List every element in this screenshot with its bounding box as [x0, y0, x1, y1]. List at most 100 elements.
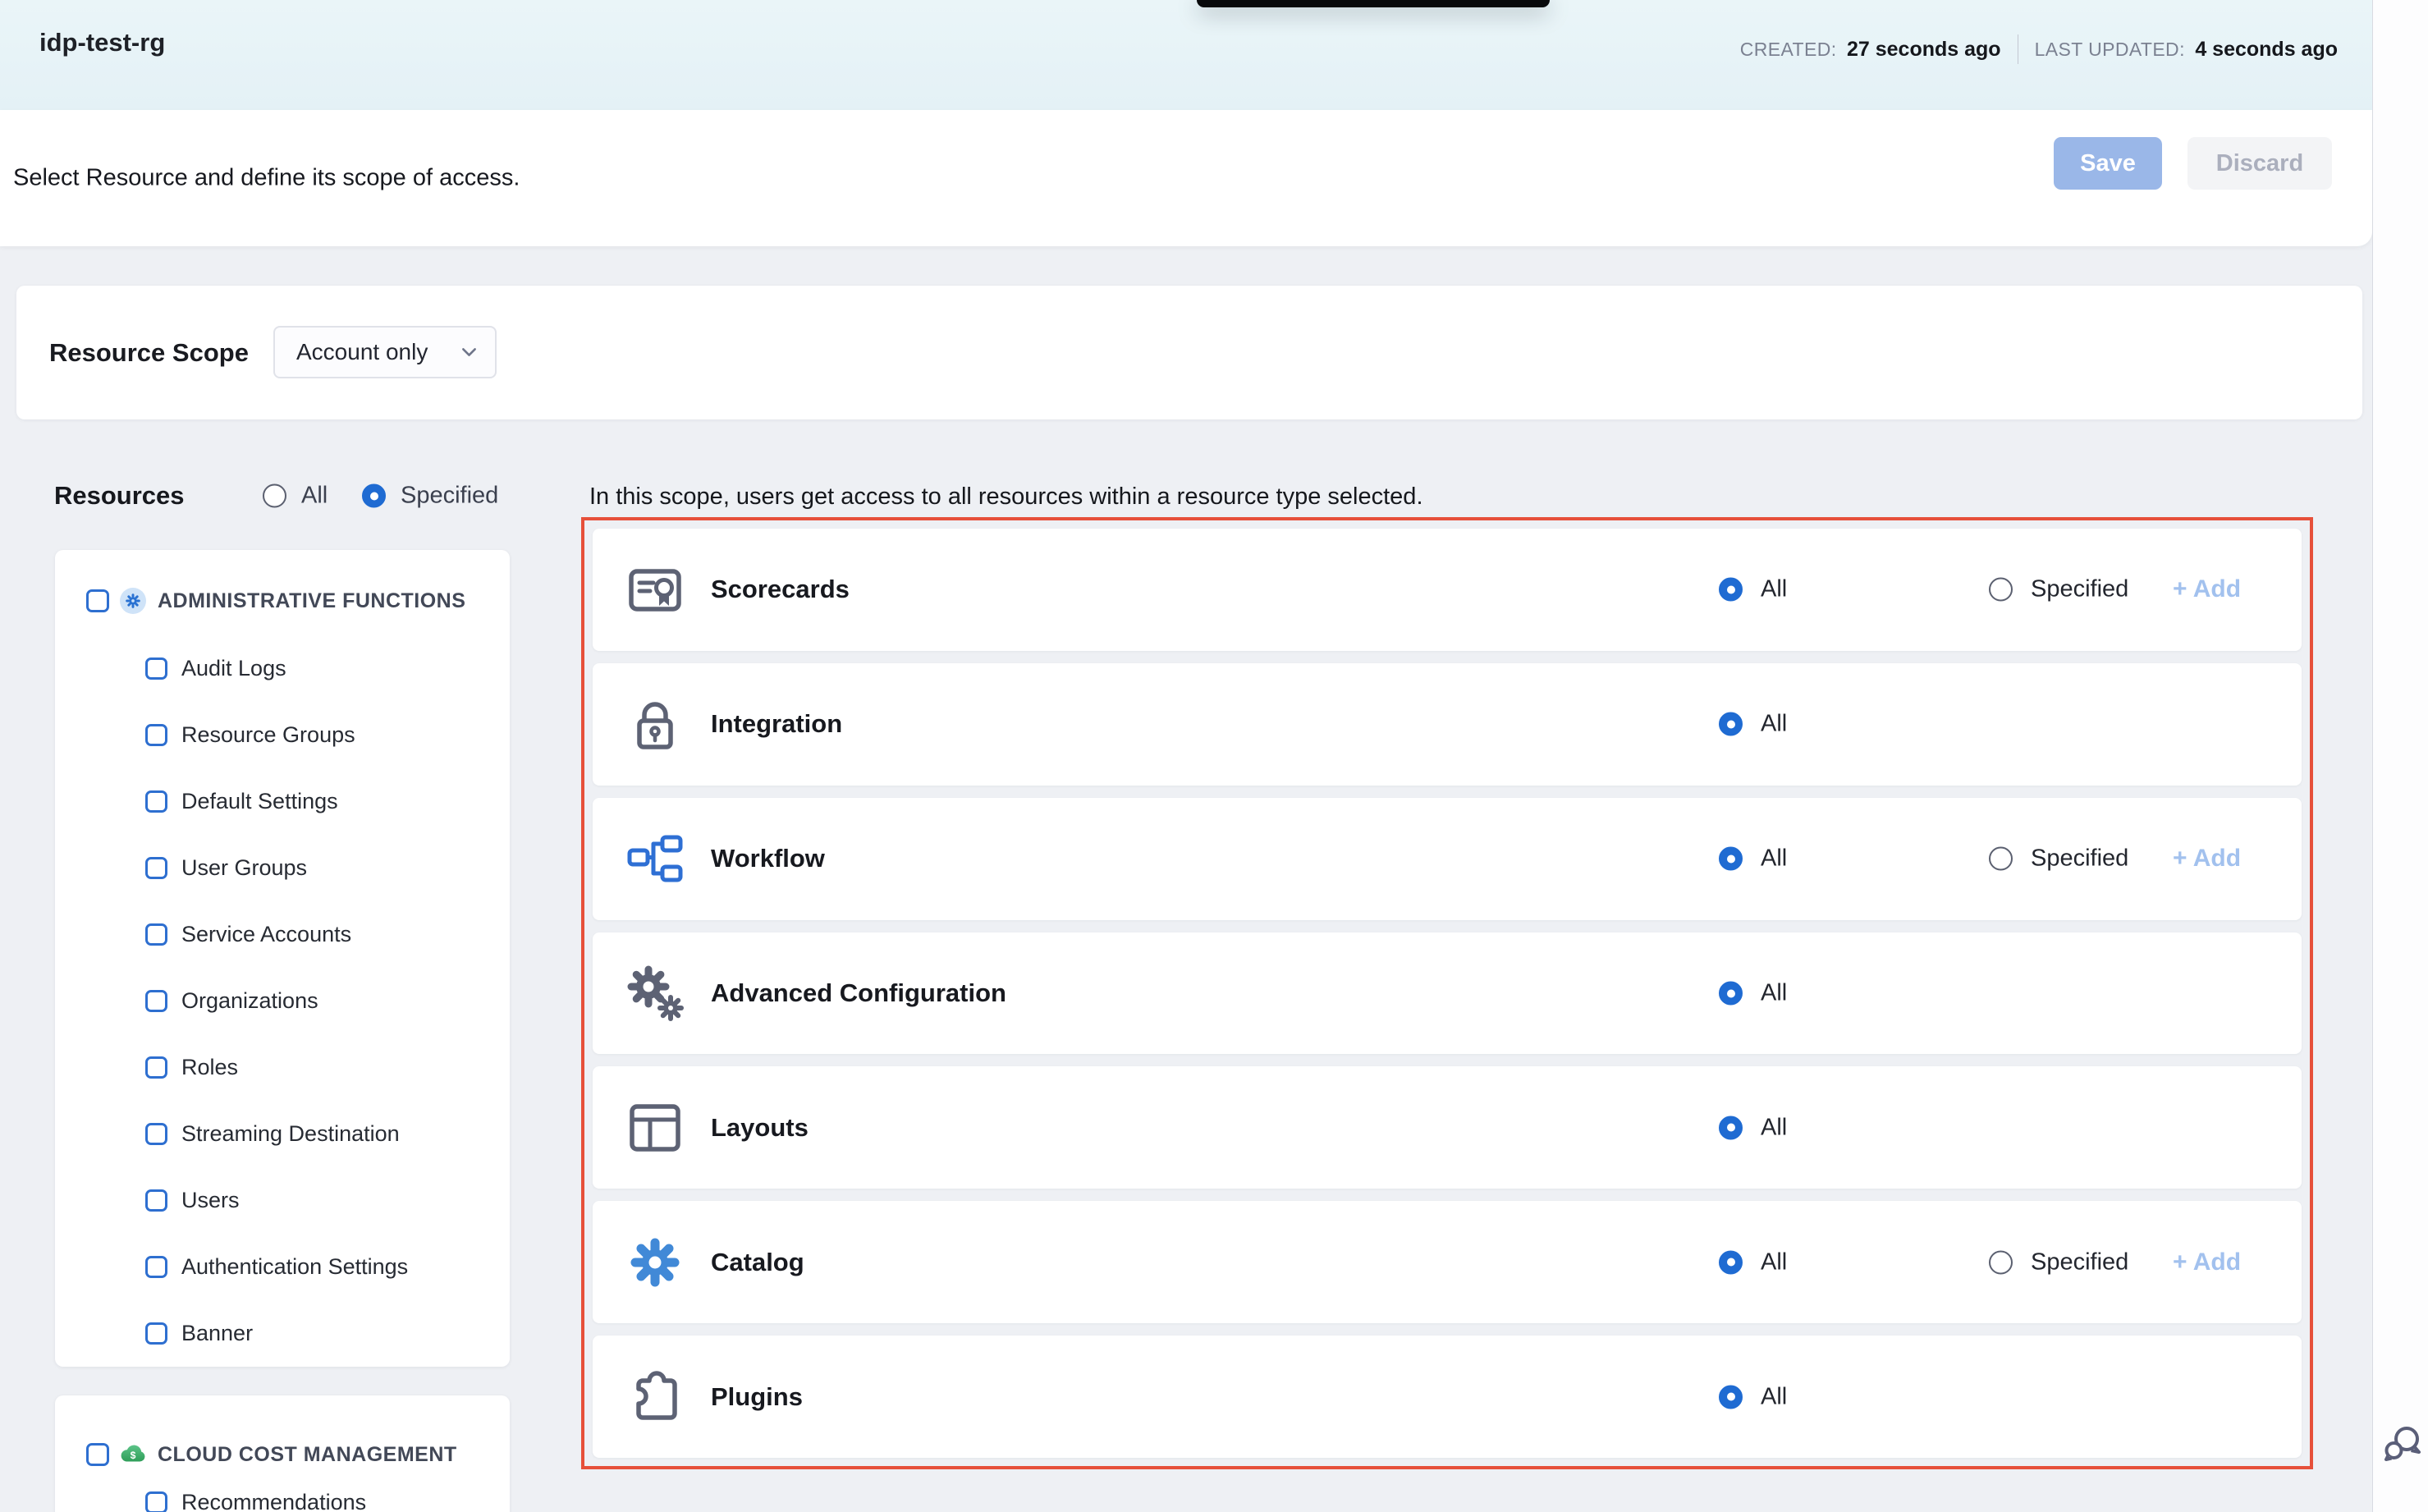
- add-button[interactable]: + Add: [2173, 1249, 2241, 1276]
- app-header: idp-test-rg CREATED: 27 seconds ago LAST…: [0, 0, 2372, 110]
- specified-label: Specified: [2031, 1249, 2128, 1276]
- toolbar-description: Select Resource and define its scope of …: [13, 165, 520, 192]
- resource-type-row: Scorecards All Specified + Add: [593, 529, 2302, 651]
- add-button[interactable]: + Add: [2173, 845, 2241, 873]
- radio-all[interactable]: [1719, 847, 1743, 871]
- all-label: All: [1761, 711, 1787, 738]
- resource-type-row: Catalog All Specified + Add: [593, 1201, 2302, 1323]
- item-checkbox[interactable]: [145, 724, 167, 746]
- radio-all[interactable]: [1719, 1250, 1743, 1274]
- item-checkbox[interactable]: [145, 857, 167, 879]
- all-label: All: [1761, 980, 1787, 1007]
- tree-item-label: Organizations: [181, 988, 318, 1014]
- resource-type-row: Layouts All: [593, 1066, 2302, 1189]
- tree-item-label: Recommendations: [181, 1490, 366, 1512]
- tree-item-label: User Groups: [181, 855, 307, 881]
- resources-radio-specified[interactable]: [362, 484, 386, 508]
- gear-blue-icon: [625, 1233, 685, 1292]
- item-checkbox[interactable]: [145, 1256, 167, 1278]
- group-label: ADMINISTRATIVE FUNCTIONS: [158, 589, 465, 613]
- resources-radio-all[interactable]: [263, 484, 286, 508]
- tree-item-label: Streaming Destination: [181, 1121, 400, 1147]
- tree-item-label: Roles: [181, 1055, 238, 1080]
- gear-badge-icon: [120, 588, 146, 614]
- resource-tree-item: Service Accounts: [145, 919, 351, 949]
- resources-header: Resources All Specified: [54, 479, 514, 513]
- resource-tree-item: Recommendations: [145, 1487, 366, 1512]
- resource-type-row: Advanced Configuration All: [593, 932, 2302, 1055]
- top-notch: [1197, 0, 1550, 7]
- item-checkbox[interactable]: [145, 1322, 167, 1345]
- radio-specified[interactable]: [1989, 578, 2013, 602]
- resource-tree-item: Streaming Destination: [145, 1119, 400, 1148]
- resource-tree-item: Users: [145, 1185, 240, 1215]
- tree-item-label: Users: [181, 1188, 240, 1213]
- resource-scope-select[interactable]: Account only: [273, 326, 497, 378]
- item-checkbox[interactable]: [145, 657, 167, 680]
- resources-specified-label: Specified: [401, 483, 498, 510]
- resource-tree-item: Roles: [145, 1052, 238, 1082]
- radio-all[interactable]: [1719, 1385, 1743, 1409]
- all-label: All: [1761, 1249, 1787, 1276]
- item-checkbox[interactable]: [145, 1189, 167, 1212]
- tree-item-label: Banner: [181, 1321, 253, 1346]
- resource-type-row: Integration All: [593, 663, 2302, 786]
- row-label: Scorecards: [711, 575, 850, 604]
- resource-group-header: ADMINISTRATIVE FUNCTIONS: [86, 586, 465, 616]
- resource-tree-item: Audit Logs: [145, 653, 286, 683]
- gears-icon: [625, 964, 685, 1023]
- last-updated-label: LAST UPDATED:: [2035, 39, 2185, 60]
- support-chat-icon[interactable]: [2384, 1425, 2421, 1461]
- tree-item-label: Authentication Settings: [181, 1254, 408, 1280]
- add-button[interactable]: + Add: [2173, 575, 2241, 603]
- resource-scope-label: Resource Scope: [49, 338, 249, 368]
- save-button[interactable]: Save: [2054, 137, 2162, 190]
- all-label: All: [1761, 845, 1787, 873]
- last-updated-value: 4 seconds ago: [2195, 38, 2338, 61]
- specified-label: Specified: [2031, 845, 2128, 873]
- radio-all[interactable]: [1719, 712, 1743, 736]
- toolbar: Select Resource and define its scope of …: [0, 110, 2372, 246]
- discard-button[interactable]: Discard: [2187, 137, 2332, 190]
- row-label: Integration: [711, 709, 842, 739]
- tree-item-label: Audit Logs: [181, 656, 286, 681]
- resource-tree-item: User Groups: [145, 853, 307, 882]
- resource-tree-item: Authentication Settings: [145, 1252, 408, 1281]
- item-checkbox[interactable]: [145, 1056, 167, 1079]
- radio-all[interactable]: [1719, 982, 1743, 1006]
- cloud-dollar-icon: [120, 1441, 146, 1468]
- scope-description: In this scope, users get access to all r…: [589, 483, 1423, 511]
- resource-scope-value: Account only: [296, 339, 461, 365]
- resource-tree-item: Organizations: [145, 986, 318, 1015]
- item-checkbox[interactable]: [145, 1123, 167, 1145]
- resources-all-label: All: [301, 483, 328, 510]
- tree-item-label: Default Settings: [181, 789, 338, 814]
- item-checkbox[interactable]: [145, 923, 167, 946]
- selected-resources-box: Scorecards All Specified + Add Integrati…: [581, 517, 2313, 1469]
- item-checkbox[interactable]: [145, 790, 167, 813]
- resource-tree-card-cloud-cost: CLOUD COST MANAGEMENT Recommendations: [55, 1395, 510, 1512]
- certificate-icon: [625, 560, 685, 619]
- group-checkbox[interactable]: [86, 589, 109, 612]
- resource-tree-item: Banner: [145, 1318, 253, 1348]
- radio-all[interactable]: [1719, 578, 1743, 602]
- item-checkbox[interactable]: [145, 990, 167, 1012]
- chevron-down-icon: [461, 347, 477, 357]
- resource-type-row: Plugins All: [593, 1336, 2302, 1458]
- radio-all[interactable]: [1719, 1116, 1743, 1139]
- row-label: Advanced Configuration: [711, 978, 1006, 1008]
- right-gutter: [2372, 0, 2428, 1512]
- resource-tree-item: Resource Groups: [145, 720, 355, 749]
- all-label: All: [1761, 576, 1787, 603]
- all-label: All: [1761, 1383, 1787, 1410]
- group-checkbox[interactable]: [86, 1443, 109, 1466]
- page-title: idp-test-rg: [39, 28, 165, 57]
- specified-label: Specified: [2031, 576, 2128, 603]
- header-meta: CREATED: 27 seconds ago LAST UPDATED: 4 …: [1740, 34, 2338, 64]
- item-checkbox[interactable]: [145, 1491, 167, 1512]
- layout-icon: [625, 1098, 685, 1157]
- radio-specified[interactable]: [1989, 847, 2013, 871]
- radio-specified[interactable]: [1989, 1250, 2013, 1274]
- tree-item-label: Service Accounts: [181, 922, 351, 947]
- workflow-icon: [625, 829, 685, 888]
